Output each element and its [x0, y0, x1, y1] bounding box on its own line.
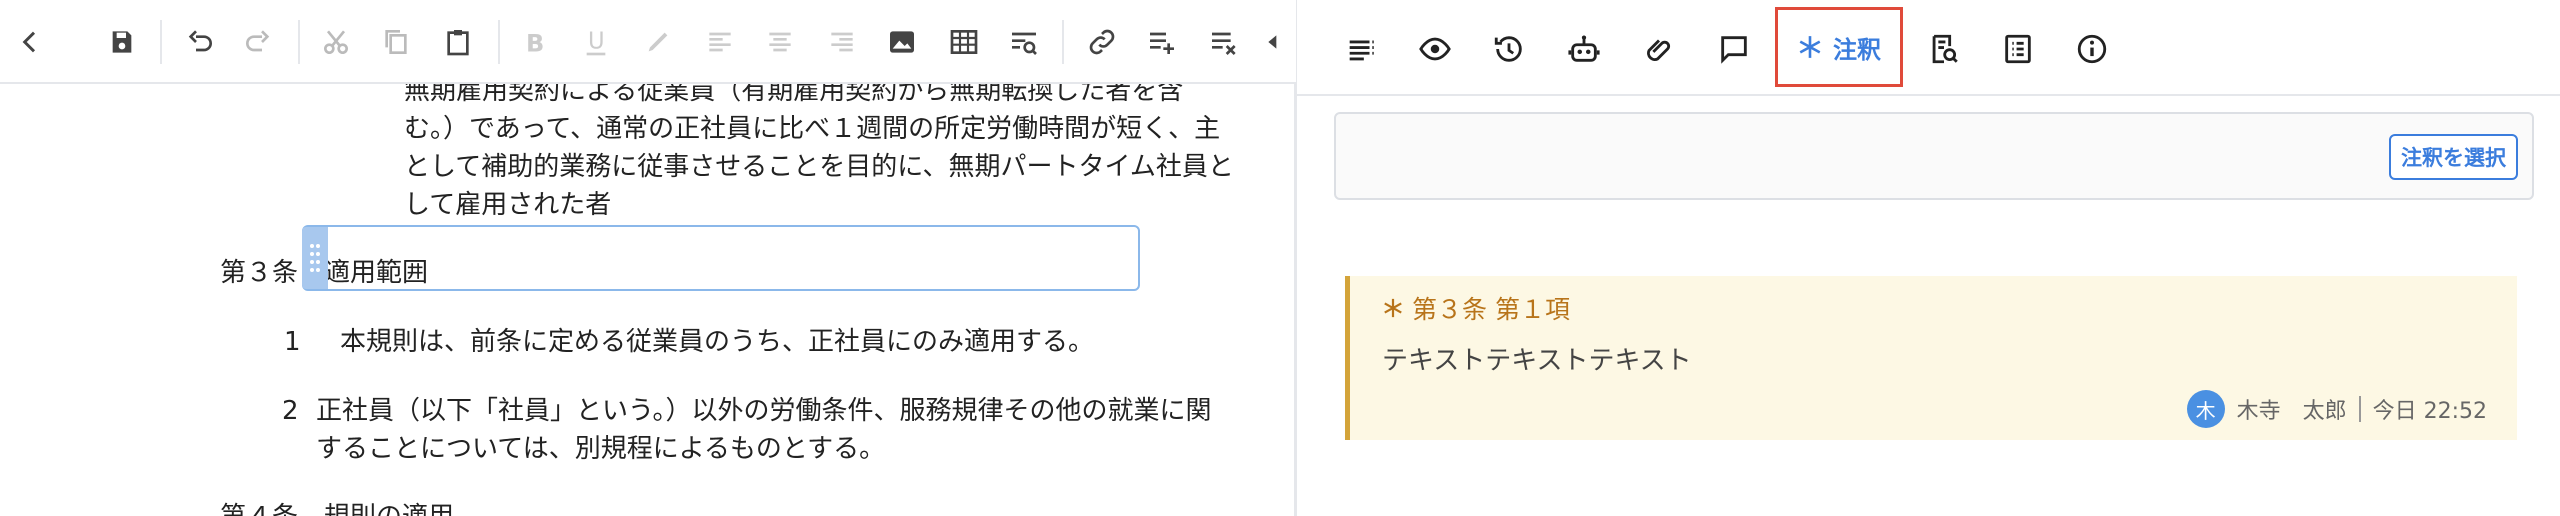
meta-divider — [2358, 396, 2361, 422]
search-doc-icon[interactable] — [1921, 26, 1967, 72]
paragraph-line: として補助的業務に従事させることを目的に、無期パートタイム社員と — [404, 152, 1234, 182]
ai-robot-icon[interactable] — [1561, 26, 1607, 72]
image-icon[interactable] — [878, 18, 926, 66]
history-icon[interactable] — [1486, 26, 1532, 72]
copy-icon[interactable] — [372, 18, 420, 66]
author-name: 木寺 太郎 — [2236, 399, 2347, 424]
editor-pane: B U 無期雇用契約による従業員（有期雇用契約から無期転換した者を含 む。）であ… — [0, 0, 1296, 516]
align-right-icon[interactable] — [818, 18, 866, 66]
list-icon[interactable] — [1995, 26, 2041, 72]
asterisk-icon — [1384, 298, 1402, 318]
align-center-icon[interactable] — [756, 18, 804, 66]
underline-icon[interactable]: U — [572, 18, 620, 66]
annotation-card-title: 第３条 第１項 — [1382, 290, 1570, 326]
annotation-meta: 木 木寺 太郎 今日 22:52 — [2186, 390, 2487, 428]
item-2-line[interactable]: 正社員（以下「社員」という。）以外の労働条件、服務規律その他の就業に関 — [316, 392, 1211, 430]
drag-handle[interactable] — [302, 227, 328, 289]
toolbar-divider — [498, 20, 500, 64]
clear-format-icon[interactable] — [1200, 18, 1248, 66]
toolbar-divider — [1062, 20, 1064, 64]
asterisk-icon — [1799, 36, 1821, 58]
toolbar-divider — [160, 20, 162, 64]
toc-icon[interactable] — [1338, 26, 1384, 72]
preview-icon[interactable] — [1412, 26, 1458, 72]
drag-handle-icon — [310, 244, 320, 272]
item-2-number: 2 — [282, 396, 299, 426]
comment-icon[interactable] — [1711, 26, 1757, 72]
annotation-sidebar: 注釈 注釈を選択 第３条 第１項 テキストテキストテキスト 木 木寺 太郎 今日… — [1297, 0, 2560, 516]
item-1-number: 1 — [284, 327, 301, 357]
cut-icon[interactable] — [312, 18, 360, 66]
annotation-tab-label: 注釈 — [1833, 35, 1881, 64]
undo-icon[interactable] — [176, 18, 224, 66]
clause-4-title: 第４条 規則の適用 — [220, 498, 454, 516]
bold-icon[interactable]: B — [510, 18, 558, 66]
avatar: 木 — [2186, 390, 2225, 428]
toolbar-divider — [298, 20, 300, 64]
sidebar-tabs: 注釈 — [1297, 0, 2560, 96]
paragraph-line: して雇用された者 — [404, 190, 612, 220]
item-2-line[interactable]: することについては、別規程によるものとする。 — [316, 430, 885, 468]
svg-text:B: B — [526, 29, 544, 57]
annotation-text: テキストテキストテキスト — [1382, 346, 1692, 376]
back-icon[interactable] — [6, 18, 54, 66]
annotation-card[interactable]: 第３条 第１項 テキストテキストテキスト 木 木寺 太郎 今日 22:52 — [1345, 276, 2517, 440]
align-left-icon[interactable] — [696, 18, 744, 66]
add-row-icon[interactable] — [1138, 18, 1186, 66]
svg-text:U: U — [588, 29, 605, 55]
editor-toolbar: B U — [0, 0, 1296, 84]
app-window: B U 無期雇用契約による従業員（有期雇用契約から無期転換した者を含 む。）であ… — [0, 0, 2560, 516]
attachment-icon[interactable] — [1636, 26, 1682, 72]
paste-icon[interactable] — [434, 18, 482, 66]
redo-icon[interactable] — [234, 18, 282, 66]
timestamp: 今日 22:52 — [2372, 399, 2487, 424]
info-icon[interactable] — [2069, 26, 2115, 72]
paragraph-line: む。）であって、通常の正社員に比べ１週間の所定労働時間が短く、主 — [404, 114, 1221, 144]
save-icon[interactable] — [98, 18, 146, 66]
annotation-target: 第３条 第１項 — [1412, 295, 1570, 324]
annotation-selector: 注釈を選択 — [1334, 112, 2534, 200]
more-icon[interactable] — [1262, 18, 1296, 66]
active-item-block[interactable] — [302, 225, 1140, 291]
table-icon[interactable] — [940, 18, 988, 66]
link-icon[interactable] — [1078, 18, 1126, 66]
highlight-icon[interactable] — [634, 18, 682, 66]
find-replace-icon[interactable] — [1000, 18, 1048, 66]
select-annotation-button[interactable]: 注釈を選択 — [2389, 134, 2518, 180]
annotation-tab[interactable]: 注釈 — [1775, 7, 1903, 87]
item-1-text[interactable]: 本規則は、前条に定める従業員のうち、正社員にのみ適用する。 — [340, 323, 1094, 361]
